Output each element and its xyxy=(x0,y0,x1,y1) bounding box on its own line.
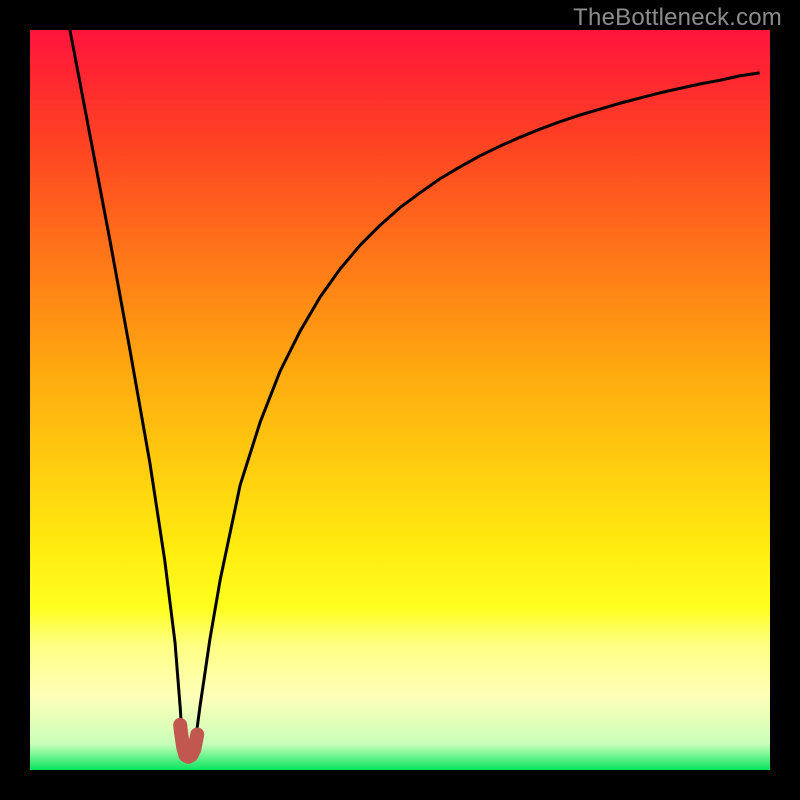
gradient-background xyxy=(30,30,770,770)
chart-canvas: TheBottleneck.com xyxy=(0,0,800,800)
watermark-text: TheBottleneck.com xyxy=(573,4,782,32)
chart-svg xyxy=(0,0,800,800)
